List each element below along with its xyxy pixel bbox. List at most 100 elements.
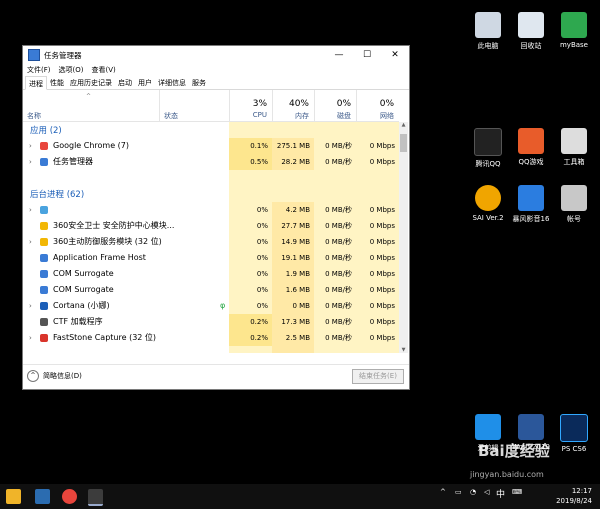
menu-options[interactable]: 选项(O) bbox=[59, 65, 84, 75]
tab-performance[interactable]: 性能 bbox=[47, 76, 67, 89]
desktop-icon-qq[interactable]: 腾讯QQ bbox=[464, 128, 512, 169]
chevron-up-tray-icon[interactable]: ^ bbox=[440, 488, 446, 496]
process-icon bbox=[40, 270, 48, 278]
desktop-icon-photoshop[interactable]: PS CS6 bbox=[550, 414, 598, 453]
network-icon[interactable]: ◔ bbox=[470, 488, 476, 496]
column-status[interactable]: 状态 bbox=[159, 90, 229, 121]
tab-services[interactable]: 服务 bbox=[189, 76, 209, 89]
process-row[interactable]: › FastStone Capture (32 位) 0.2% 2.5 MB 0 MB/… bbox=[23, 330, 399, 346]
mybase-icon bbox=[561, 12, 587, 38]
chevron-right-icon[interactable]: › bbox=[29, 234, 35, 250]
input-method-icon[interactable]: ⌨ bbox=[512, 488, 522, 496]
task-manager-window: 任务管理器 — ☐ ✕ 文件(F) 选项(O) 查看(V) 进程 性能 应用历史… bbox=[22, 45, 410, 390]
process-icon bbox=[40, 254, 48, 262]
chevron-up-icon[interactable]: ^ bbox=[27, 370, 39, 382]
process-row[interactable]: › Cortana (小娜) φ 0% 0 MB 0 MB/秒 0 Mbps bbox=[23, 298, 399, 314]
desktop-icon-mybase[interactable]: myBase bbox=[550, 12, 598, 49]
menu-file[interactable]: 文件(F) bbox=[27, 65, 51, 75]
tab-processes[interactable]: 进程 bbox=[25, 76, 47, 90]
process-icon bbox=[40, 334, 48, 342]
column-cpu[interactable]: 3% CPU bbox=[229, 90, 272, 121]
process-name: 360主动防御服务模块 (32 位) bbox=[53, 237, 162, 246]
group-header-apps[interactable]: 应用 (2) bbox=[23, 122, 399, 138]
process-row[interactable]: Application Frame Host 0% 19.1 MB 0 MB/秒 0 M… bbox=[23, 250, 399, 266]
desktop-icon-recycle-bin[interactable]: 回收站 bbox=[507, 12, 555, 51]
baofeng-icon bbox=[518, 185, 544, 211]
chevron-right-icon[interactable]: › bbox=[29, 298, 35, 314]
tab-app-history[interactable]: 应用历史记录 bbox=[67, 76, 115, 89]
translate-icon[interactable] bbox=[35, 489, 50, 504]
process-row[interactable]: › 360主动防御服务模块 (32 位) 0% 14.9 MB 0 MB/秒 0 Mbps bbox=[23, 234, 399, 250]
process-icon bbox=[40, 206, 48, 214]
memory-value: 1.9 MB bbox=[272, 266, 314, 282]
tab-details[interactable]: 详细信息 bbox=[155, 76, 189, 89]
desktop-icon-sai[interactable]: SAI Ver.2 bbox=[464, 185, 512, 222]
desktop-icon-baofeng[interactable]: 暴风影音16 bbox=[507, 185, 555, 224]
process-row[interactable]: › 任务管理器 0.5% 28.2 MB 0 MB/秒 0 Mbps bbox=[23, 154, 399, 170]
memory-value: 17.3 MB bbox=[272, 314, 314, 330]
close-button[interactable]: ✕ bbox=[381, 46, 409, 64]
chevron-right-icon[interactable]: › bbox=[29, 202, 35, 218]
process-row[interactable]: › Google Chrome (7) 0.1% 275.1 MB 0 MB/秒 0 Mb… bbox=[23, 138, 399, 154]
chevron-right-icon[interactable]: › bbox=[29, 330, 35, 346]
watermark-logo: Bai度经验 bbox=[478, 442, 550, 460]
process-row[interactable] bbox=[23, 346, 399, 353]
network-value: 0 Mbps bbox=[356, 202, 399, 218]
title-bar[interactable]: 任务管理器 — ☐ ✕ bbox=[23, 46, 409, 64]
menu-view[interactable]: 查看(V) bbox=[91, 65, 115, 75]
battery-icon[interactable]: ▭ bbox=[455, 488, 462, 496]
task-manager-taskbar-icon[interactable] bbox=[88, 489, 103, 506]
ime-indicator[interactable]: 中 bbox=[496, 487, 505, 500]
column-name[interactable]: 名称 bbox=[23, 90, 159, 121]
network-total: 0% bbox=[379, 99, 394, 109]
memory-total: 40% bbox=[288, 99, 309, 109]
tab-startup[interactable]: 启动 bbox=[115, 76, 135, 89]
scroll-thumb[interactable] bbox=[400, 134, 407, 152]
chevron-right-icon[interactable]: › bbox=[29, 138, 35, 154]
network-value: 0 Mbps bbox=[356, 218, 399, 234]
cpu-total: 3% bbox=[252, 99, 267, 109]
taskbar: ^ ▭ ◔ ◁ 中 ⌨ 12:17 2019/8/24 bbox=[0, 484, 600, 509]
memory-value: 28.2 MB bbox=[272, 154, 314, 170]
process-name: Cortana (小娜) bbox=[53, 301, 110, 310]
menu-bar: 文件(F) 选项(O) 查看(V) bbox=[23, 64, 409, 76]
desktop-icon-qq-game[interactable]: QQ游戏 bbox=[507, 128, 555, 167]
process-row[interactable]: 360安全卫士 安全防护中心模块... 0% 27.7 MB 0 MB/秒 0 Mbps bbox=[23, 218, 399, 234]
process-row[interactable]: COM Surrogate 0% 1.6 MB 0 MB/秒 0 Mbps bbox=[23, 282, 399, 298]
scroll-up-icon[interactable]: ▲ bbox=[399, 122, 408, 128]
chevron-right-icon[interactable]: › bbox=[29, 154, 35, 170]
cpu-value: 0% bbox=[229, 202, 272, 218]
column-disk[interactable]: 0% 磁盘 bbox=[314, 90, 356, 121]
qq-game-icon bbox=[518, 128, 544, 154]
process-icon bbox=[40, 222, 48, 230]
disk-value: 0 MB/秒 bbox=[314, 250, 356, 266]
desktop-icon-account[interactable]: 帐号 bbox=[550, 185, 598, 224]
desktop-icon-toolbox[interactable]: 工具箱 bbox=[550, 128, 598, 167]
process-icon bbox=[40, 158, 48, 166]
tab-users[interactable]: 用户 bbox=[135, 76, 155, 89]
vertical-scrollbar[interactable]: ▲ ▼ bbox=[399, 122, 408, 353]
cpu-value: 0% bbox=[229, 250, 272, 266]
process-row[interactable]: COM Surrogate 0% 1.9 MB 0 MB/秒 0 Mbps bbox=[23, 266, 399, 282]
process-row[interactable]: CTF 加载程序 0.2% 17.3 MB 0 MB/秒 0 Mbps bbox=[23, 314, 399, 330]
column-memory[interactable]: 40% 内存 bbox=[272, 90, 314, 121]
recycle-bin-icon bbox=[518, 12, 544, 38]
group-header-background[interactable]: 后台进程 (62) bbox=[23, 186, 399, 202]
fewer-details-link[interactable]: 简略信息(D) bbox=[43, 371, 82, 381]
column-status-label: 状态 bbox=[164, 112, 178, 120]
end-task-button[interactable]: 结束任务(E) bbox=[352, 369, 404, 384]
maximize-button[interactable]: ☐ bbox=[353, 46, 381, 64]
process-row[interactable]: › 0% 4.2 MB 0 MB/秒 0 Mbps bbox=[23, 202, 399, 218]
photoshop-icon bbox=[560, 414, 588, 442]
desktop-icon-label: QQ游戏 bbox=[518, 158, 544, 166]
chrome-icon[interactable] bbox=[62, 489, 77, 504]
system-clock[interactable]: 12:17 2019/8/24 bbox=[556, 486, 592, 506]
column-network[interactable]: 0% 网络 bbox=[356, 90, 399, 121]
volume-icon[interactable]: ◁ bbox=[484, 488, 489, 496]
scroll-down-icon[interactable]: ▼ bbox=[399, 347, 408, 353]
desktop-icon-this-pc[interactable]: 此电脑 bbox=[464, 12, 512, 51]
process-name: COM Surrogate bbox=[53, 269, 114, 278]
minimize-button[interactable]: — bbox=[325, 46, 353, 64]
file-explorer-icon[interactable] bbox=[6, 489, 21, 504]
cpu-value: 0% bbox=[229, 298, 272, 314]
